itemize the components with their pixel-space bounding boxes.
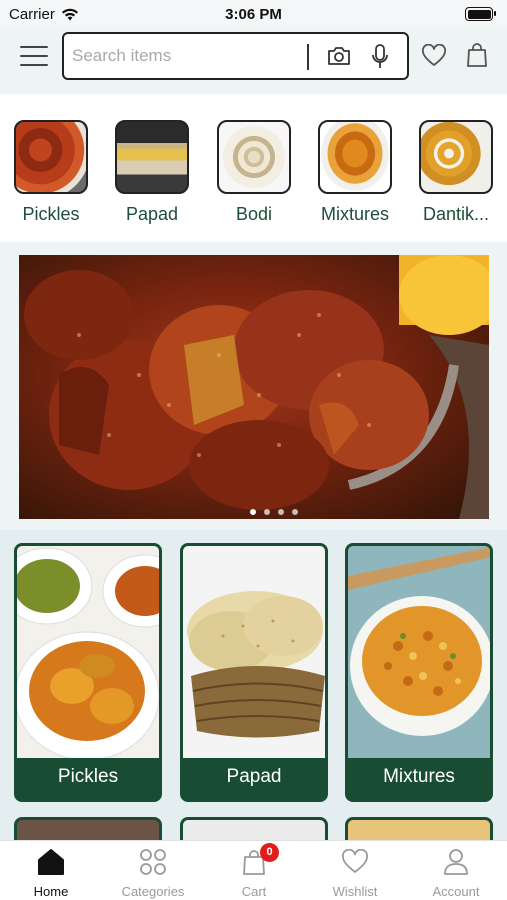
category-label: Papad — [125, 204, 179, 224]
product-card-mixtures[interactable]: Mixtures — [345, 543, 493, 802]
wifi-icon — [61, 8, 78, 20]
category-strip: Pickles Papad Bodi Mixtures Dantik... — [0, 94, 507, 242]
product-label: Papad — [226, 766, 282, 787]
cart-badge: 0 — [260, 843, 279, 862]
shopping-bag-icon[interactable] — [466, 42, 488, 68]
category-thumb-pickles — [14, 120, 88, 194]
category-thumb-papad — [115, 120, 189, 194]
category-label: Mixtures — [320, 204, 389, 224]
product-image-mixtures — [348, 546, 490, 758]
carousel-dot[interactable] — [278, 509, 284, 515]
banner-carousel[interactable] — [19, 255, 489, 519]
category-label: Pickles — [22, 204, 80, 224]
heart-icon — [310, 847, 400, 877]
status-left: Carrier — [9, 6, 79, 23]
category-item-papad[interactable]: Papad — [115, 120, 189, 225]
category-thumb-bodi — [217, 120, 291, 194]
carrier-label: Carrier — [9, 5, 55, 23]
product-label: Pickles — [57, 766, 119, 787]
nav-wishlist[interactable]: Wishlist — [310, 847, 400, 899]
category-thumb-mixtures — [318, 120, 392, 194]
category-item-pickles[interactable]: Pickles — [14, 120, 88, 225]
menu-icon[interactable] — [20, 46, 48, 66]
carousel-dot[interactable] — [264, 509, 270, 515]
product-card-pickles[interactable]: Pickles — [14, 543, 162, 802]
category-label: Dantik... — [422, 204, 490, 224]
nav-label: Categories — [121, 884, 185, 899]
product-label: Mixtures — [383, 766, 455, 787]
nav-account[interactable]: Account — [411, 847, 501, 899]
camera-icon[interactable] — [326, 44, 352, 68]
search-bar[interactable] — [62, 32, 409, 80]
product-grid: Pickles Papad Mixtures — [0, 530, 507, 847]
product-image-pickles — [17, 546, 159, 758]
account-icon — [411, 847, 501, 877]
status-bar: Carrier 3:06 PM — [0, 0, 507, 28]
nav-home[interactable]: Home — [6, 847, 96, 899]
carousel-dot[interactable] — [250, 509, 256, 515]
banner-image — [19, 255, 489, 519]
category-item-bodi[interactable]: Bodi — [217, 120, 291, 225]
nav-label: Cart — [241, 884, 267, 899]
nav-categories[interactable]: Categories — [108, 847, 198, 899]
category-label: Bodi — [235, 204, 273, 224]
category-item-mixtures[interactable]: Mixtures — [318, 120, 392, 225]
category-item-dantik[interactable]: Dantik... — [419, 120, 493, 225]
carousel-dot[interactable] — [292, 509, 298, 515]
nav-cart[interactable]: 0 Cart — [209, 843, 299, 899]
bottom-nav: Home Categories 0 Cart Wishlist Account — [0, 840, 507, 900]
product-image-papad — [183, 546, 325, 758]
microphone-icon[interactable] — [370, 43, 390, 71]
grid-icon — [108, 847, 198, 877]
cart-bag-icon: 0 — [209, 843, 299, 877]
search-input[interactable] — [72, 46, 302, 66]
home-icon — [6, 847, 96, 877]
nav-label: Home — [33, 884, 69, 899]
product-card-papad[interactable]: Papad — [180, 543, 328, 802]
nav-label: Wishlist — [332, 884, 378, 899]
header — [0, 28, 507, 92]
category-thumb-dantik — [419, 120, 493, 194]
wishlist-heart-icon[interactable] — [421, 44, 447, 68]
battery-icon — [465, 7, 496, 21]
banner-area — [0, 242, 507, 530]
search-divider — [307, 44, 309, 70]
carousel-dots[interactable] — [19, 509, 489, 515]
nav-label: Account — [432, 884, 480, 899]
